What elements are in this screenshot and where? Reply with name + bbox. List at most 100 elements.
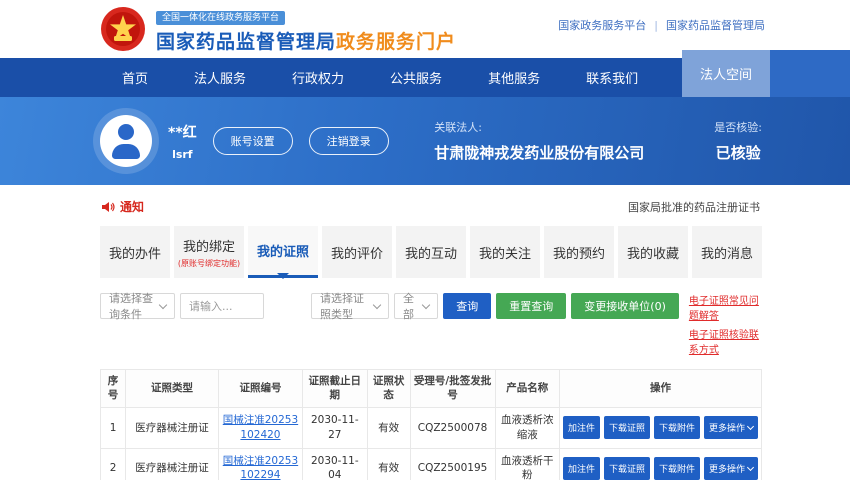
verify-label: 是否核验: — [714, 119, 762, 135]
tab-my-applications[interactable]: 我的办件 — [100, 226, 170, 278]
license-number-link[interactable]: 国械注准20253102420 — [223, 414, 298, 441]
tab-my-reviews[interactable]: 我的评价 — [322, 226, 392, 278]
col-header-license-type: 证照类型 — [126, 370, 219, 408]
tab-my-licenses[interactable]: 我的证照 — [248, 226, 318, 278]
cell-product-name: 血液透析浓缩液 — [495, 408, 559, 448]
search-button[interactable]: 查询 — [443, 293, 491, 319]
col-header-license-number: 证照编号 — [218, 370, 302, 408]
link-nmpa[interactable]: 国家药品监督管理局 — [666, 17, 765, 33]
link-divider: | — [654, 19, 658, 32]
user-account: lsrf — [168, 148, 197, 161]
related-legal-entity: 关联法人: 甘肃陇神戎发药业股份有限公司 — [434, 119, 644, 163]
main-nav: 首页 法人服务 行政权力 公共服务 其他服务 联系我们 法人空间 — [0, 58, 850, 97]
nav-item-legal-services[interactable]: 法人服务 — [194, 68, 246, 87]
cell-status: 有效 — [367, 408, 410, 448]
platform-badge: 全国一体化在线政务服务平台 — [156, 11, 285, 25]
tab-my-appointments[interactable]: 我的预约 — [544, 226, 614, 278]
nav-item-other-services[interactable]: 其他服务 — [488, 68, 540, 87]
change-receiver-button[interactable]: 变更接收单位(0) — [571, 293, 679, 319]
site-title-main: 国家药品监督管理局 — [156, 31, 336, 53]
external-links: 国家政务服务平台 | 国家药品监督管理局 — [558, 17, 765, 33]
license-number-link[interactable]: 国械注准20253102294 — [223, 455, 298, 480]
add-annotation-button[interactable]: 加注件 — [563, 416, 600, 439]
license-faq-link[interactable]: 电子证照常见问题解答 — [689, 292, 762, 322]
my-tabs: 我的办件 我的绑定 (原账号绑定功能) 我的证照 我的评价 我的互动 我的关注 … — [100, 226, 762, 278]
tab-my-messages[interactable]: 我的消息 — [692, 226, 762, 278]
related-legal-label: 关联法人: — [434, 119, 644, 135]
scope-select[interactable]: 全部 — [394, 293, 438, 319]
speaker-icon — [102, 201, 115, 213]
user-banner: **红 lsrf 账号设置 注销登录 关联法人: 甘肃陇神戎发药业股份有限公司 … — [0, 97, 850, 185]
cell-expiry-date: 2030-11-04 — [302, 448, 367, 480]
row-actions: 加注件 下载证照 下载附件 更多操作 — [563, 416, 758, 439]
table-row: 1 医疗器械注册证 国械注准20253102420 2030-11-27 有效 … — [101, 408, 762, 448]
verify-value: 已核验 — [714, 142, 762, 163]
tab-my-interactions[interactable]: 我的互动 — [396, 226, 466, 278]
cell-status: 有效 — [367, 448, 410, 480]
col-header-operations: 操作 — [559, 370, 761, 408]
cell-product-name: 血液透析干粉 — [495, 448, 559, 480]
table-row: 2 医疗器械注册证 国械注准20253102294 2030-11-04 有效 … — [101, 448, 762, 480]
national-emblem-logo — [100, 6, 146, 52]
account-settings-button[interactable]: 账号设置 — [213, 127, 293, 155]
filter-bar: 请选择查询条件 请选择证照类型 全部 查询 重置查询 变更接收单位(0) 电子证… — [100, 293, 762, 356]
notice-bar: 通知 国家局批准的药品注册证书 — [100, 185, 762, 226]
user-identity: **红 lsrf — [168, 122, 197, 161]
tab-my-follows[interactable]: 我的关注 — [470, 226, 540, 278]
logout-button[interactable]: 注销登录 — [309, 127, 389, 155]
col-header-acceptance-number: 受理号/批签发批号 — [410, 370, 495, 408]
chevron-down-icon — [747, 464, 754, 471]
more-actions-button[interactable]: 更多操作 — [704, 416, 758, 439]
cell-license-type: 医疗器械注册证 — [126, 448, 219, 480]
help-links: 电子证照常见问题解答 电子证照核验联系方式 — [689, 292, 762, 356]
nav-item-public-services[interactable]: 公共服务 — [390, 68, 442, 87]
download-attachment-button[interactable]: 下载附件 — [654, 457, 700, 480]
tab-my-binding[interactable]: 我的绑定 (原账号绑定功能) — [174, 226, 244, 278]
query-condition-select[interactable]: 请选择查询条件 — [100, 293, 175, 319]
nav-right-decoration — [770, 50, 850, 97]
row-actions: 加注件 下载证照 下载附件 更多操作 — [563, 457, 758, 480]
cell-index: 1 — [101, 408, 126, 448]
col-header-index: 序号 — [101, 370, 126, 408]
table-header-row: 序号 证照类型 证照编号 证照截止日期 证照状态 受理号/批签发批号 产品名称 … — [101, 370, 762, 408]
site-title-suffix: 政务服务门户 — [336, 31, 456, 53]
tab-my-binding-subtitle: (原账号绑定功能) — [178, 258, 240, 269]
keyword-input[interactable] — [180, 293, 264, 319]
user-avatar-icon — [100, 115, 152, 167]
chevron-down-icon — [422, 300, 430, 308]
tab-my-favorites[interactable]: 我的收藏 — [618, 226, 688, 278]
more-actions-button[interactable]: 更多操作 — [704, 457, 758, 480]
user-name: **红 — [168, 122, 197, 142]
related-legal-value: 甘肃陇神戎发药业股份有限公司 — [434, 142, 644, 163]
license-table: 序号 证照类型 证照编号 证照截止日期 证照状态 受理号/批签发批号 产品名称 … — [100, 369, 762, 480]
chevron-down-icon — [159, 300, 167, 308]
download-attachment-button[interactable]: 下载附件 — [654, 416, 700, 439]
download-license-button[interactable]: 下载证照 — [604, 457, 650, 480]
notice-left: 通知 — [102, 198, 144, 215]
add-annotation-button[interactable]: 加注件 — [563, 457, 600, 480]
legal-entity-info: 关联法人: 甘肃陇神戎发药业股份有限公司 是否核验: 已核验 — [434, 119, 762, 163]
page-title: 国家药品监督管理局政务服务门户 — [156, 27, 456, 54]
cell-index: 2 — [101, 448, 126, 480]
cell-acceptance-number: CQZ2500078 — [410, 408, 495, 448]
cell-license-type: 医疗器械注册证 — [126, 408, 219, 448]
chevron-down-icon — [373, 300, 381, 308]
license-verification-contact-link[interactable]: 电子证照核验联系方式 — [689, 326, 762, 356]
col-header-product-name: 产品名称 — [495, 370, 559, 408]
nav-item-contact-us[interactable]: 联系我们 — [586, 68, 638, 87]
corporate-space-button[interactable]: 法人空间 — [682, 50, 770, 97]
chevron-down-icon — [747, 423, 754, 430]
reset-search-button[interactable]: 重置查询 — [496, 293, 566, 319]
site-brand: 全国一体化在线政务服务平台 国家药品监督管理局政务服务门户 — [156, 5, 456, 54]
nav-item-home[interactable]: 首页 — [122, 68, 148, 87]
col-header-expiry-date: 证照截止日期 — [302, 370, 367, 408]
download-license-button[interactable]: 下载证照 — [604, 416, 650, 439]
verification-status: 是否核验: 已核验 — [714, 119, 762, 163]
cell-acceptance-number: CQZ2500195 — [410, 448, 495, 480]
notice-message[interactable]: 国家局批准的药品注册证书 — [628, 199, 760, 215]
license-type-select[interactable]: 请选择证照类型 — [311, 293, 389, 319]
nav-item-administrative-power[interactable]: 行政权力 — [292, 68, 344, 87]
link-national-gov-platform[interactable]: 国家政务服务平台 — [558, 17, 646, 33]
main-content: 通知 国家局批准的药品注册证书 我的办件 我的绑定 (原账号绑定功能) 我的证照… — [0, 185, 850, 480]
notice-label: 通知 — [120, 198, 144, 215]
